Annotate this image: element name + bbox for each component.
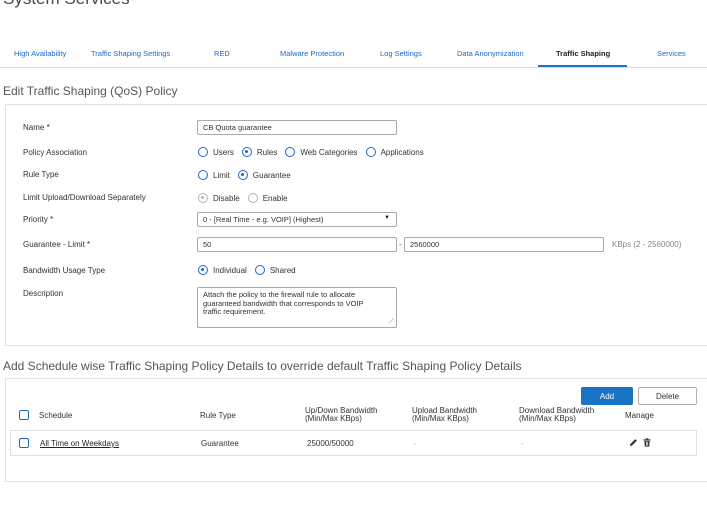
dropdown-arrow-icon: ▼ — [384, 215, 390, 221]
select-all-checkbox[interactable] — [19, 410, 29, 420]
description-textarea[interactable]: Attach the policy to the firewall rule t… — [197, 287, 397, 328]
association-users-radio[interactable]: Users — [198, 147, 234, 157]
add-button[interactable]: Add — [581, 387, 633, 405]
column-updown-bandwidth: Up/Down Bandwidth (Min/Max KBps) — [305, 406, 378, 423]
row-updown-bandwidth: 25000/50000 — [307, 439, 354, 448]
usage-type-radio-group: Individual Shared — [198, 265, 304, 275]
row-upload-bandwidth: - — [414, 439, 417, 448]
tab-high-availability[interactable]: High Availability — [14, 49, 66, 58]
column-download-bandwidth: Download Bandwidth (Min/Max KBps) — [519, 406, 595, 423]
tab-traffic-shaping[interactable]: Traffic Shaping — [556, 49, 610, 58]
limit-separately-enable-radio[interactable]: Enable — [247, 193, 288, 203]
schedule-table-header: Schedule Rule Type Up/Down Bandwidth (Mi… — [5, 404, 707, 430]
rule-type-radio-group: Limit Guarantee — [198, 170, 299, 180]
policy-section-title: Edit Traffic Shaping (QoS) Policy — [3, 84, 178, 98]
usage-type-shared-radio[interactable]: Shared — [254, 265, 296, 275]
name-input[interactable]: CB Quota guarantee — [197, 120, 397, 135]
page-title: System Services — [3, 0, 130, 9]
row-download-bandwidth: - — [521, 439, 524, 448]
usage-type-individual-radio[interactable]: Individual — [198, 265, 247, 275]
priority-selected-value: 0 - [Real Time - e.g. VOIP] (Highest) — [203, 215, 324, 224]
association-web-categories-radio[interactable]: Web Categories — [285, 147, 358, 157]
policy-association-label: Policy Association — [23, 148, 88, 157]
tab-log-settings[interactable]: Log Settings — [380, 49, 422, 58]
row-select-checkbox[interactable] — [19, 438, 29, 448]
bandwidth-usage-type-label: Bandwidth Usage Type — [23, 266, 106, 275]
description-label: Description — [23, 289, 64, 298]
guarantee-limit-label: Guarantee - Limit * — [23, 240, 91, 249]
rule-type-guarantee-radio[interactable]: Guarantee — [237, 170, 291, 180]
trash-icon[interactable] — [643, 438, 651, 449]
tab-traffic-shaping-settings[interactable]: Traffic Shaping Settings — [91, 49, 170, 58]
delete-button[interactable]: Delete — [638, 387, 697, 405]
range-separator: - — [399, 240, 402, 249]
row-rule-type: Guarantee — [201, 439, 239, 448]
limit-separately-radio-group: Disable Enable — [198, 193, 296, 203]
tab-data-anonymization[interactable]: Data Anonymization — [457, 49, 524, 58]
limit-input[interactable]: 2560000 — [404, 237, 604, 252]
table-row: All Time on Weekdays Guarantee 25000/500… — [10, 430, 697, 456]
rule-type-limit-radio[interactable]: Limit — [198, 170, 230, 180]
guarantee-input[interactable]: 50 — [197, 237, 397, 252]
tab-malware-protection[interactable]: Malware Protection — [280, 49, 344, 58]
association-applications-radio[interactable]: Applications — [365, 147, 424, 157]
column-manage: Manage — [625, 411, 654, 420]
description-line: traffic requirement. — [203, 307, 266, 316]
bandwidth-unit-hint: KBps (2 - 2560000) — [612, 240, 682, 249]
limit-separately-label: Limit Upload/Download Separately — [23, 193, 146, 202]
schedule-section-title: Add Schedule wise Traffic Shaping Policy… — [3, 359, 522, 373]
pencil-icon[interactable] — [629, 438, 638, 449]
limit-separately-disable-radio[interactable]: Disable — [198, 193, 240, 203]
column-upload-bandwidth: Upload Bandwidth (Min/Max KBps) — [412, 406, 477, 423]
active-tab-indicator — [538, 65, 627, 67]
rule-type-label: Rule Type — [23, 170, 59, 179]
priority-label: Priority * — [23, 215, 54, 224]
column-rule-type: Rule Type — [200, 411, 236, 420]
policy-association-radio-group: Users Rules Web Categories Applications — [198, 147, 432, 157]
schedule-name-link[interactable]: All Time on Weekdays — [40, 439, 119, 448]
association-rules-radio[interactable]: Rules — [241, 147, 277, 157]
column-schedule: Schedule — [39, 411, 73, 420]
priority-select[interactable]: 0 - [Real Time - e.g. VOIP] (Highest) ▼ — [197, 212, 397, 227]
tab-red[interactable]: RED — [214, 49, 230, 58]
tab-services[interactable]: Services — [657, 49, 686, 58]
name-label: Name * — [23, 123, 50, 132]
tab-bar: High Availability Traffic Shaping Settin… — [0, 40, 707, 68]
resize-handle-icon[interactable]: ⟋ — [389, 318, 394, 327]
